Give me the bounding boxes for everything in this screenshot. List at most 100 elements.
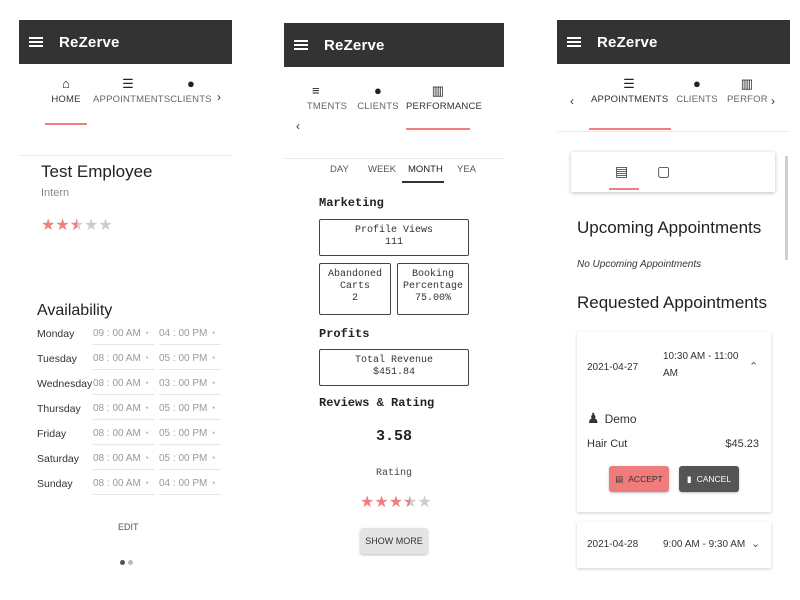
clock-icon: ◔	[143, 328, 150, 338]
star-icon: ★	[374, 494, 389, 511]
upcoming-title: Upcoming Appointments	[577, 218, 762, 237]
period-tab-month[interactable]: MONTH	[408, 164, 443, 175]
chevron-up-icon[interactable]: ⌃	[749, 360, 758, 373]
calendar-icon[interactable]: ▢	[657, 163, 670, 180]
start-time-field[interactable]: 08 : 00 AM ◔	[93, 403, 155, 420]
end-time-field[interactable]: 05 : 00 PM ◔	[159, 428, 221, 445]
client-row: ♟ Demo	[587, 410, 637, 427]
tab-label: CLIENTS	[676, 94, 718, 105]
appointment-time: 9:00 AM - 9:30 AM	[663, 539, 746, 550]
cancel-button[interactable]: ▮ CANCEL	[679, 466, 739, 492]
accept-button[interactable]: ▤ ACCEPT	[609, 466, 669, 492]
scrollbar[interactable]	[785, 156, 788, 260]
period-tab-day[interactable]: DAY	[330, 164, 349, 175]
total-revenue-label: Total Revenue	[354, 355, 433, 366]
start-time-field[interactable]: 08 : 00 AM ◔	[93, 378, 155, 395]
chevron-left-icon[interactable]: ‹	[570, 94, 574, 108]
end-time-field[interactable]: 05 : 00 PM ◔	[159, 453, 221, 470]
service-name: Hair Cut	[587, 438, 628, 450]
booking-percentage-card: Booking Percentage 75.00%	[397, 263, 469, 315]
star-icon: ★	[417, 494, 432, 511]
abandoned-label-1: Abandoned	[327, 269, 382, 280]
tab-performance[interactable]: ▥ PERFORMANCE	[406, 81, 482, 112]
page-dot[interactable]	[128, 560, 133, 565]
tab-bar: ⌂ HOME ☰ APPOINTMENTS ● CLIENTS ›	[19, 64, 232, 156]
start-time-value: 08 : 00 AM	[93, 428, 141, 439]
start-time-value: 09 : 00 AM	[93, 328, 141, 339]
availability-day: Saturday	[37, 453, 80, 465]
view-toggle: ▤ ▢	[571, 152, 775, 192]
app-title: ReZerve	[597, 33, 658, 51]
chevron-right-icon[interactable]: ›	[771, 94, 775, 108]
end-time-value: 05 : 00 PM	[159, 453, 208, 464]
tab-appointments[interactable]: ☰ APPOINTMENTS	[591, 74, 669, 105]
star-icon: ★	[41, 217, 56, 234]
edit-button[interactable]: EDIT	[118, 522, 139, 532]
tab-bar: ‹ ☰ APPOINTMENTS ● CLIENTS ▥ PERFOR ›	[557, 64, 790, 132]
star-icon: ★	[84, 217, 99, 234]
tab-label: TMENTS	[306, 101, 348, 112]
rating-label: Rating	[375, 468, 412, 479]
chevron-right-icon[interactable]: ›	[217, 90, 221, 104]
star-icon: ★	[403, 495, 417, 512]
end-time-field[interactable]: 04 : 00 PM ◔	[159, 328, 221, 345]
tab-performance[interactable]: ▥ PERFOR	[727, 74, 768, 105]
start-time-field[interactable]: 08 : 00 AM ◔	[93, 453, 155, 470]
clock-icon: ◔	[210, 353, 216, 363]
chevron-down-icon[interactable]: ⌄	[751, 537, 760, 550]
end-time-field[interactable]: 04 : 00 PM ◔	[159, 478, 221, 495]
availability-row: Wednesday 08 : 00 AM ◔ 03 : 00 PM ◔	[37, 375, 227, 395]
end-time-field[interactable]: 05 : 00 PM ◔	[159, 353, 221, 370]
end-time-field[interactable]: 05 : 00 PM ◔	[159, 403, 221, 420]
tab-clients[interactable]: ● CLIENTS	[356, 81, 400, 112]
start-time-field[interactable]: 08 : 00 AM ◔	[93, 478, 155, 495]
end-time-field[interactable]: 03 : 00 PM ◔	[159, 378, 221, 395]
period-tab-week[interactable]: WEEK	[368, 164, 396, 175]
start-time-field[interactable]: 08 : 00 AM ◔	[93, 428, 155, 445]
end-time-value: 05 : 00 PM	[159, 428, 208, 439]
appointment-card[interactable]: 2021-04-28 9:00 AM - 9:30 AM ⌄	[577, 522, 771, 568]
tab-home[interactable]: ⌂ HOME	[43, 74, 89, 105]
document-icon[interactable]: ▤	[615, 163, 628, 180]
start-time-value: 08 : 00 AM	[93, 453, 141, 464]
marketing-title: Marketing	[319, 196, 384, 210]
availability-title: Availability	[37, 302, 113, 319]
clock-icon: ◔	[210, 428, 216, 438]
abandoned-label-2: Carts	[339, 281, 370, 292]
tab-appointments[interactable]: ☰ APPOINTMENTS	[93, 74, 170, 105]
tab-label: PERFOR	[727, 94, 768, 105]
tab-appointments[interactable]: ≡ TMENTS	[306, 81, 348, 112]
start-time-field[interactable]: 09 : 00 AM ◔	[93, 328, 155, 345]
availability-day: Tuesday	[37, 353, 77, 365]
tab-label: CLIENTS	[170, 94, 212, 105]
star-icon: ★	[388, 494, 404, 511]
start-time-field[interactable]: 08 : 00 AM ◔	[93, 353, 155, 370]
appointment-date: 2021-04-27	[587, 362, 639, 373]
page-dot-active[interactable]	[120, 560, 125, 565]
appointment-card[interactable]: 2021-04-27 10:30 AM - 11:00 AM ⌃ ♟ Demo …	[577, 332, 771, 512]
appointment-date: 2021-04-28	[587, 539, 639, 550]
availability-day: Thursday	[37, 403, 81, 415]
chevron-left-icon[interactable]: ‹	[296, 119, 300, 133]
tab-clients[interactable]: ● CLIENTS	[169, 74, 213, 105]
reviews-title: Reviews & Rating	[319, 396, 435, 410]
start-time-value: 08 : 00 AM	[93, 403, 141, 414]
menu-icon[interactable]	[29, 37, 43, 47]
menu-icon[interactable]	[567, 37, 581, 47]
home-icon: ⌂	[61, 76, 71, 91]
active-tab-indicator	[406, 128, 470, 130]
list-icon: ≡	[312, 83, 320, 98]
show-more-button[interactable]: SHOW MORE	[360, 528, 428, 554]
menu-icon[interactable]	[294, 40, 308, 50]
document-icon: ▤	[615, 473, 624, 484]
tab-clients[interactable]: ● CLIENTS	[675, 74, 719, 105]
availability-day: Sunday	[37, 478, 73, 490]
tab-label: APPOINTMENTS	[591, 94, 669, 105]
app-title: ReZerve	[59, 33, 120, 51]
booking-label-2: Percentage	[402, 281, 463, 292]
period-tab-year[interactable]: YEA	[457, 164, 476, 175]
person-icon: ●	[692, 76, 702, 91]
clock-icon: ◔	[210, 403, 216, 413]
end-time-value: 05 : 00 PM	[159, 353, 208, 364]
app-title: ReZerve	[324, 36, 385, 54]
